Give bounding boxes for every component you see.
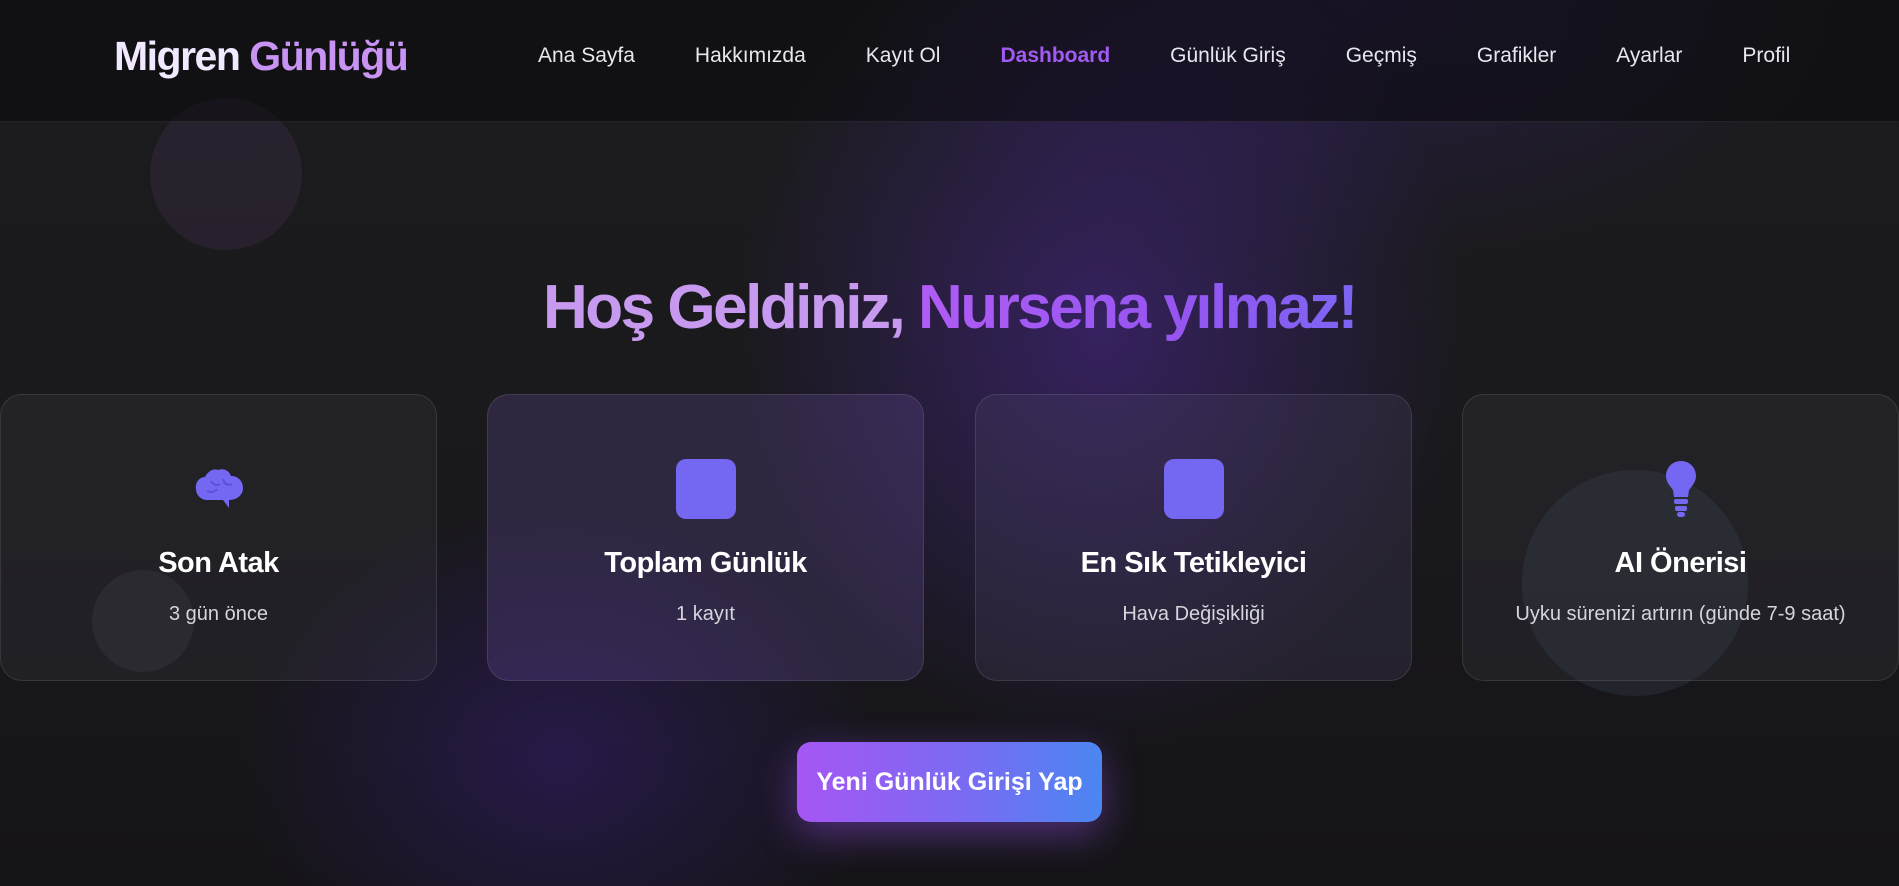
top-navbar: Migren Günlüğü Ana Sayfa Hakkımızda Kayı… <box>0 0 1899 122</box>
stat-card-en-sik-tetikleyici: En Sık Tetikleyici Hava Değişikliği <box>975 394 1412 681</box>
nav-link-grafikler[interactable]: Grafikler <box>1477 44 1556 68</box>
stat-card-ai-onerisi: AI Önerisi Uyku sürenizi artırın (günde … <box>1462 394 1899 681</box>
welcome-greeting: Hoş Geldiniz, <box>543 273 918 342</box>
welcome-heading: Hoş Geldiniz, Nursena yılmaz! <box>0 272 1899 343</box>
stat-card-son-atak: Son Atak 3 gün önce <box>0 394 437 681</box>
nav-link-kayit-ol[interactable]: Kayıt Ol <box>866 44 941 68</box>
brand-logo[interactable]: Migren Günlüğü <box>114 33 409 80</box>
card-title: Son Atak <box>158 547 279 579</box>
new-entry-button[interactable]: Yeni Günlük Girişi Yap <box>797 742 1102 822</box>
card-value: 1 kayıt <box>676 603 735 625</box>
nav-link-ayarlar[interactable]: Ayarlar <box>1616 44 1682 68</box>
square-icon <box>1163 459 1224 519</box>
brand-name-part1: Migren <box>114 33 250 79</box>
nav-link-gunluk-giris[interactable]: Günlük Giriş <box>1170 44 1286 68</box>
card-title: AI Önerisi <box>1614 547 1748 579</box>
brain-icon <box>189 459 249 519</box>
lightbulb-icon <box>1651 459 1711 519</box>
stat-card-toplam-gunluk: Toplam Günlük 1 kayıt <box>487 394 924 681</box>
card-title: En Sık Tetikleyici <box>1080 547 1307 579</box>
card-value: Uyku sürenizi artırın (günde 7-9 saat) <box>1515 603 1846 625</box>
welcome-user-name: Nursena yılmaz! <box>917 273 1359 342</box>
nav-link-gecmis[interactable]: Geçmiş <box>1346 44 1417 68</box>
nav-link-ana-sayfa[interactable]: Ana Sayfa <box>538 44 635 68</box>
card-value: 3 gün önce <box>169 603 268 625</box>
square-icon <box>675 459 736 519</box>
main-nav: Ana Sayfa Hakkımızda Kayıt Ol Dashboard … <box>538 44 1850 68</box>
card-title: Toplam Günlük <box>604 547 807 579</box>
nav-link-profil[interactable]: Profil <box>1742 44 1790 68</box>
brand-name-part2: Günlüğü <box>249 33 409 79</box>
nav-link-dashboard[interactable]: Dashboard <box>1000 44 1110 68</box>
nav-link-hakkimizda[interactable]: Hakkımızda <box>695 44 806 68</box>
card-value: Hava Değişikliği <box>1122 603 1265 625</box>
